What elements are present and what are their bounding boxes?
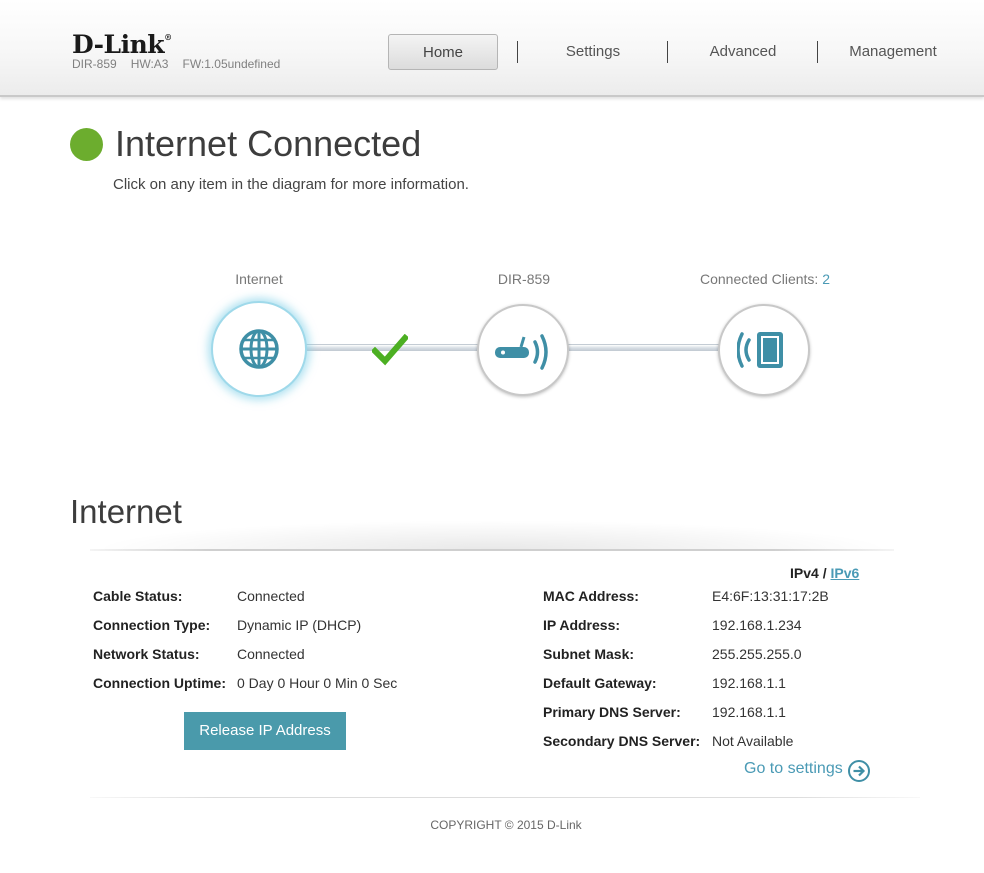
info-label: IP Address: [543,617,621,633]
model-name: DIR-859 [72,57,117,71]
info-value: Connected [237,588,305,604]
info-label: Connection Type: [93,617,211,633]
device-icon [737,332,783,368]
info-label: Primary DNS Server: [543,704,681,720]
ip-version-toggle: IPv4 / IPv6 [790,565,859,581]
nav-management[interactable]: Management [833,34,953,70]
info-label: Secondary DNS Server: [543,733,701,749]
section-shadow [90,520,894,550]
footer-divider [90,797,920,798]
clients-node[interactable] [718,304,810,396]
info-value: 0 Day 0 Hour 0 Min 0 Sec [237,675,398,691]
release-ip-button[interactable]: Release IP Address [184,712,346,750]
nav-divider [667,41,668,63]
status-indicator-icon [70,128,103,161]
info-label: Connection Uptime: [93,675,226,691]
info-label: Subnet Mask: [543,646,635,662]
nav-settings[interactable]: Settings [533,34,653,70]
section-divider [90,549,894,551]
globe-icon [239,329,279,369]
dlink-logo: D-Link® [72,30,172,59]
info-value: 192.168.1.1 [712,675,786,691]
status-hint: Click on any item in the diagram for mor… [113,176,469,193]
checkmark-icon [372,334,408,366]
fw-version: FW:1.05undefined [182,57,281,71]
router-node[interactable] [477,304,569,396]
clients-count[interactable]: 2 [822,271,830,287]
info-value: Dynamic IP (DHCP) [237,617,362,633]
internet-node[interactable] [211,301,307,397]
info-label: Default Gateway: [543,675,657,691]
info-value: Connected [237,646,305,662]
info-label: Cable Status: [93,588,183,604]
ipv4-label: IPv4 [790,565,819,581]
info-value: 255.255.255.0 [712,646,802,662]
ip-version-separator: / [822,565,827,581]
arrow-right-circle-icon[interactable] [847,759,871,783]
router-icon [495,334,548,370]
copyright-text: COPYRIGHT © 2015 D-Link [430,818,582,832]
clients-label: Connected Clients: 2 [700,271,830,287]
info-label: MAC Address: [543,588,639,604]
info-value: E4:6F:13:31:17:2B [712,588,829,604]
go-to-settings-link[interactable]: Go to settings [744,760,843,778]
info-value: 192.168.1.234 [712,617,802,633]
model-info: DIR-859 HW:A3 FW:1.05undefined [72,57,294,71]
info-value: 192.168.1.1 [712,704,786,720]
nav-advanced[interactable]: Advanced [683,34,803,70]
header: D-Link® DIR-859 HW:A3 FW:1.05undefined Hom… [0,0,984,97]
nav-divider [517,41,518,63]
ipv6-link[interactable]: IPv6 [830,565,859,581]
clients-link-line [566,344,722,351]
router-label: DIR-859 [497,271,551,287]
nav-divider [817,41,818,63]
info-value: Not Available [712,733,794,749]
nav-home[interactable]: Home [388,34,498,70]
status-title: Internet Connected [115,123,422,164]
hw-version: HW:A3 [130,57,169,71]
info-label: Network Status: [93,646,200,662]
internet-label: Internet [235,271,283,287]
